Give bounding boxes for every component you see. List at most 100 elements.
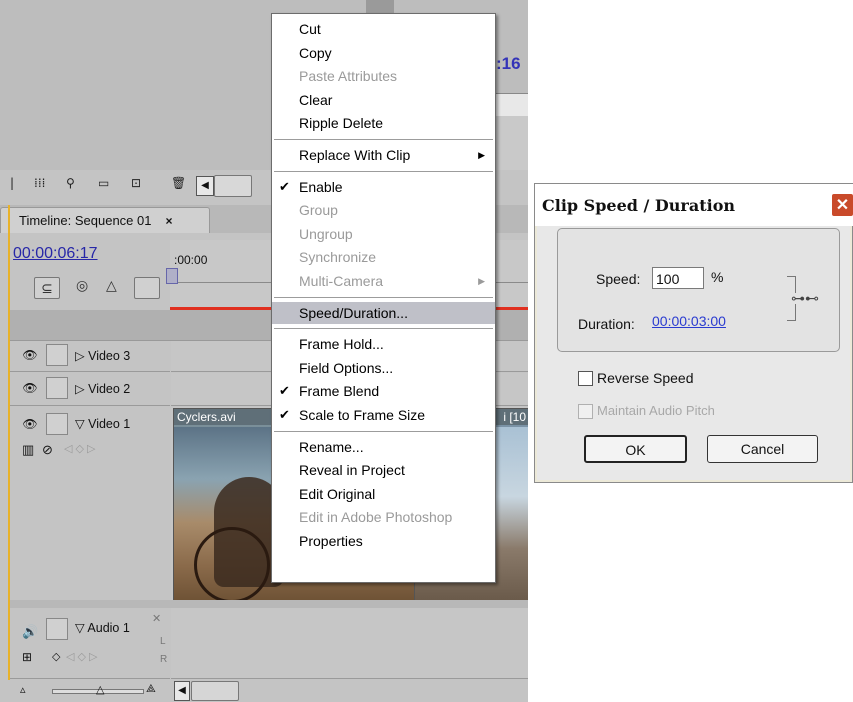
speed-label: Speed: <box>596 271 641 287</box>
close-icon[interactable]: ✕ <box>831 193 853 217</box>
eye-icon[interactable]: 👁 <box>20 345 40 365</box>
add-marker-button[interactable] <box>134 277 160 299</box>
menu-item-label: Paste Attributes <box>299 68 398 85</box>
collapse-icon[interactable]: ▽ <box>75 621 87 635</box>
monitor-divider <box>366 0 394 14</box>
menu-item-label: Rename... <box>299 438 364 455</box>
tab-label: Timeline: Sequence 01 <box>19 213 152 228</box>
folder-icon[interactable]: ▭ <box>98 176 109 194</box>
menu-item-replace-with-clip[interactable]: Replace With Clip ▶ <box>272 144 495 166</box>
set-marker-icon[interactable]: △ <box>106 277 117 294</box>
audio-channel-left: L <box>160 636 166 647</box>
menu-item-reveal-in-project[interactable]: Reveal in Project <box>272 459 495 481</box>
menu-item-label: Field Options... <box>299 359 394 376</box>
binoculars-icon[interactable]: ⚲ <box>66 176 75 194</box>
track-label-video1: ▽ Video 1 <box>75 416 130 431</box>
track-name: Video 1 <box>88 417 131 431</box>
menu-item-label: Enable <box>299 178 343 195</box>
audio-display-icon[interactable]: ⊞ <box>22 650 32 664</box>
lock-box[interactable] <box>46 618 68 640</box>
lock-box[interactable] <box>46 413 68 435</box>
playhead-icon[interactable] <box>166 268 178 284</box>
menu-item-label: Edit Original <box>299 485 376 502</box>
audio-keyframe-icon[interactable]: ◇ <box>52 650 60 663</box>
menu-item-clear[interactable]: Clear <box>272 89 495 111</box>
separator-icon: | <box>10 176 15 190</box>
percent-label: % <box>711 269 724 285</box>
marker-icon[interactable]: ◎ <box>76 277 88 294</box>
speed-input[interactable]: 100 <box>652 267 704 289</box>
zoom-thumb-icon[interactable]: △ <box>96 683 104 696</box>
collapse-icon[interactable]: ▽ <box>75 417 88 431</box>
menu-item-label: Scale to Frame Size <box>299 407 426 423</box>
menu-item-label: Ripple Delete <box>299 115 384 132</box>
menu-item-scale-to-frame-size[interactable]: ✔ Scale to Frame Size <box>272 404 495 426</box>
keyframe-toggle-icon[interactable]: ⊘ <box>42 442 53 458</box>
menu-separator <box>274 328 493 330</box>
ok-button[interactable]: OK <box>584 435 687 463</box>
track-label-audio1: ▽ Audio 1 <box>75 620 130 635</box>
audio-meter-icon: ✕ <box>152 613 162 625</box>
zoom-out-icon[interactable]: ▵ <box>20 683 26 696</box>
scroll-bar[interactable] <box>214 175 252 197</box>
expand-icon[interactable]: ▷ <box>75 382 88 396</box>
track-name: Video 2 <box>88 382 131 396</box>
menu-item-cut[interactable]: Cut <box>272 18 495 40</box>
track-audio1[interactable] <box>171 608 528 679</box>
speaker-icon[interactable]: 🔊 <box>22 624 38 640</box>
eye-icon[interactable]: 👁 <box>20 414 40 434</box>
lock-box[interactable] <box>46 344 68 366</box>
context-menu: Cut Copy Paste Attributes Clear Ripple Delet… <box>271 13 496 583</box>
menu-item-label: Replace With Clip <box>299 147 411 163</box>
checkmark-icon: ✔ <box>279 178 290 194</box>
menu-item-properties[interactable]: Properties <box>272 530 495 552</box>
menu-item-frame-blend[interactable]: ✔ Frame Blend <box>272 380 495 402</box>
menu-separator <box>274 170 493 172</box>
new-item-icon[interactable]: ⊡ <box>131 176 141 194</box>
menu-item-group: Group <box>272 199 495 221</box>
cancel-button[interactable]: Cancel <box>707 435 818 463</box>
track-label-video2: ▷ Video 2 <box>75 381 130 396</box>
menu-item-frame-hold[interactable]: Frame Hold... <box>272 333 495 355</box>
horizontal-scrollbar[interactable] <box>191 681 239 701</box>
eye-icon[interactable]: 👁 <box>20 378 40 398</box>
menu-item-label: Edit in Adobe Photoshop <box>299 509 453 526</box>
menu-item-label: Multi-Camera <box>299 273 384 289</box>
keyframe-nav-icon: ◁ ◇ ▷ <box>64 443 96 455</box>
menu-item-field-options[interactable]: Field Options... <box>272 357 495 379</box>
menu-item-label: Reveal in Project <box>299 462 405 479</box>
display-style-icon[interactable]: ▥ <box>22 442 34 458</box>
dialog-title: Clip Speed / Duration <box>542 196 735 215</box>
duration-value[interactable]: 00:00:03:00 <box>652 313 726 329</box>
menu-item-synchronize: Synchronize <box>272 246 495 268</box>
menu-separator <box>274 430 493 432</box>
scroll-left-icon[interactable]: ◀ <box>174 681 190 701</box>
current-timecode[interactable]: 00:00:06:17 <box>13 245 98 263</box>
snap-icon[interactable]: ⊆ <box>34 277 60 299</box>
scroll-left-icon[interactable]: ◀ <box>196 176 214 196</box>
trim-icon[interactable]: ⁞⁞⁞ <box>34 176 45 194</box>
menu-item-label: Frame Blend <box>299 383 380 400</box>
checkmark-icon: ✔ <box>279 383 290 399</box>
close-tab-icon[interactable]: × <box>166 214 173 228</box>
menu-item-enable[interactable]: ✔ Enable <box>272 176 495 198</box>
ruler-start-label: :00:00 <box>174 253 208 267</box>
tab-timeline[interactable]: Timeline: Sequence 01 × <box>0 207 210 233</box>
menu-item-edit-original[interactable]: Edit Original <box>272 483 495 505</box>
menu-item-label: Properties <box>299 533 363 549</box>
track-header-video1 <box>10 407 170 601</box>
expand-icon[interactable]: ▷ <box>75 349 88 363</box>
link-icon[interactable]: ⊶⊷ <box>791 290 819 307</box>
menu-item-rename[interactable]: Rename... <box>272 436 495 458</box>
lock-box[interactable] <box>46 377 68 399</box>
menu-item-copy[interactable]: Copy <box>272 42 495 64</box>
maintain-pitch-checkbox <box>578 404 593 419</box>
menu-item-label: Group <box>299 202 338 219</box>
menu-item-speed-duration[interactable]: Speed/Duration... <box>272 301 495 324</box>
track-name: Video 3 <box>88 349 131 363</box>
trash-icon[interactable]: 🗑 <box>171 176 186 194</box>
menu-item-ripple-delete[interactable]: Ripple Delete <box>272 112 495 134</box>
zoom-in-icon[interactable]: ⟁ <box>146 683 156 696</box>
reverse-speed-checkbox[interactable] <box>578 371 593 386</box>
track-label-video3: ▷ Video 3 <box>75 348 130 363</box>
